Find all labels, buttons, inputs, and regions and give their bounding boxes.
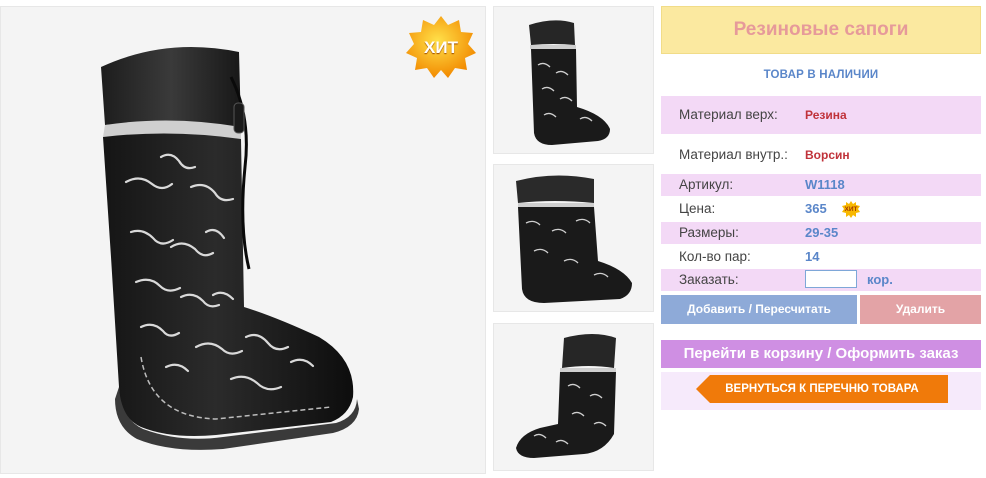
spec-row-material-inner: Материал внутр.: Ворсин [661, 136, 981, 174]
spec-label: Кол-во пар: [679, 249, 751, 264]
hit-mini-badge: ХИТ [841, 201, 861, 218]
boot-thumbnail-image [516, 334, 616, 458]
stock-status: ТОВАР В НАЛИЧИИ [763, 69, 879, 81]
add-recalculate-button[interactable]: Добавить / Пересчитать [661, 295, 857, 324]
spec-row-article: Артикул: W1118 [661, 174, 981, 196]
order-unit: кор. [867, 272, 893, 287]
spec-value: Ворсин [805, 148, 850, 162]
spec-label: Материал верх: [679, 107, 778, 122]
spec-label: Размеры: [679, 225, 739, 240]
spec-label: Заказать: [679, 272, 739, 287]
spec-row-order: Заказать: кор. [661, 269, 981, 291]
delete-button[interactable]: Удалить [860, 295, 981, 324]
product-title: Резиновые сапоги [661, 6, 981, 54]
back-to-list-button[interactable]: ВЕРНУТЬСЯ К ПЕРЕЧНЮ ТОВАРА [696, 375, 948, 403]
price-value: 365 [805, 201, 827, 216]
spec-row-material-top: Материал верх: Резина [661, 96, 981, 134]
boot-thumbnail-image [516, 175, 632, 303]
spec-value: 14 [805, 249, 820, 264]
spec-value: W1118 [805, 177, 845, 192]
back-button-label: ВЕРНУТЬСЯ К ПЕРЕЧНЮ ТОВАРА [725, 383, 919, 395]
thumbnail-2[interactable] [493, 164, 654, 312]
thumbnail-3[interactable] [493, 323, 654, 471]
spec-value: 29-35 [805, 225, 839, 240]
spec-row-sizes: Размеры: 29-35 [661, 222, 981, 244]
spec-row-price: Цена: 365 ХИТ [661, 198, 981, 220]
spec-label: Материал внутр.: [679, 147, 788, 162]
back-button-area: ВЕРНУТЬСЯ К ПЕРЕЧНЮ ТОВАРА [661, 372, 981, 410]
boot-thumbnail-image [529, 20, 610, 145]
spec-label: Артикул: [679, 177, 734, 192]
main-product-image[interactable]: ХИТ [0, 6, 486, 474]
hit-badge: ХИТ [405, 15, 477, 81]
spec-row-pairs: Кол-во пар: 14 [661, 246, 981, 268]
order-quantity-input[interactable] [805, 270, 857, 288]
go-to-cart-button[interactable]: Перейти в корзину / Оформить заказ [661, 340, 981, 368]
spec-label: Цена: [679, 201, 716, 216]
spec-value: Резина [805, 108, 847, 122]
thumbnail-1[interactable] [493, 6, 654, 154]
